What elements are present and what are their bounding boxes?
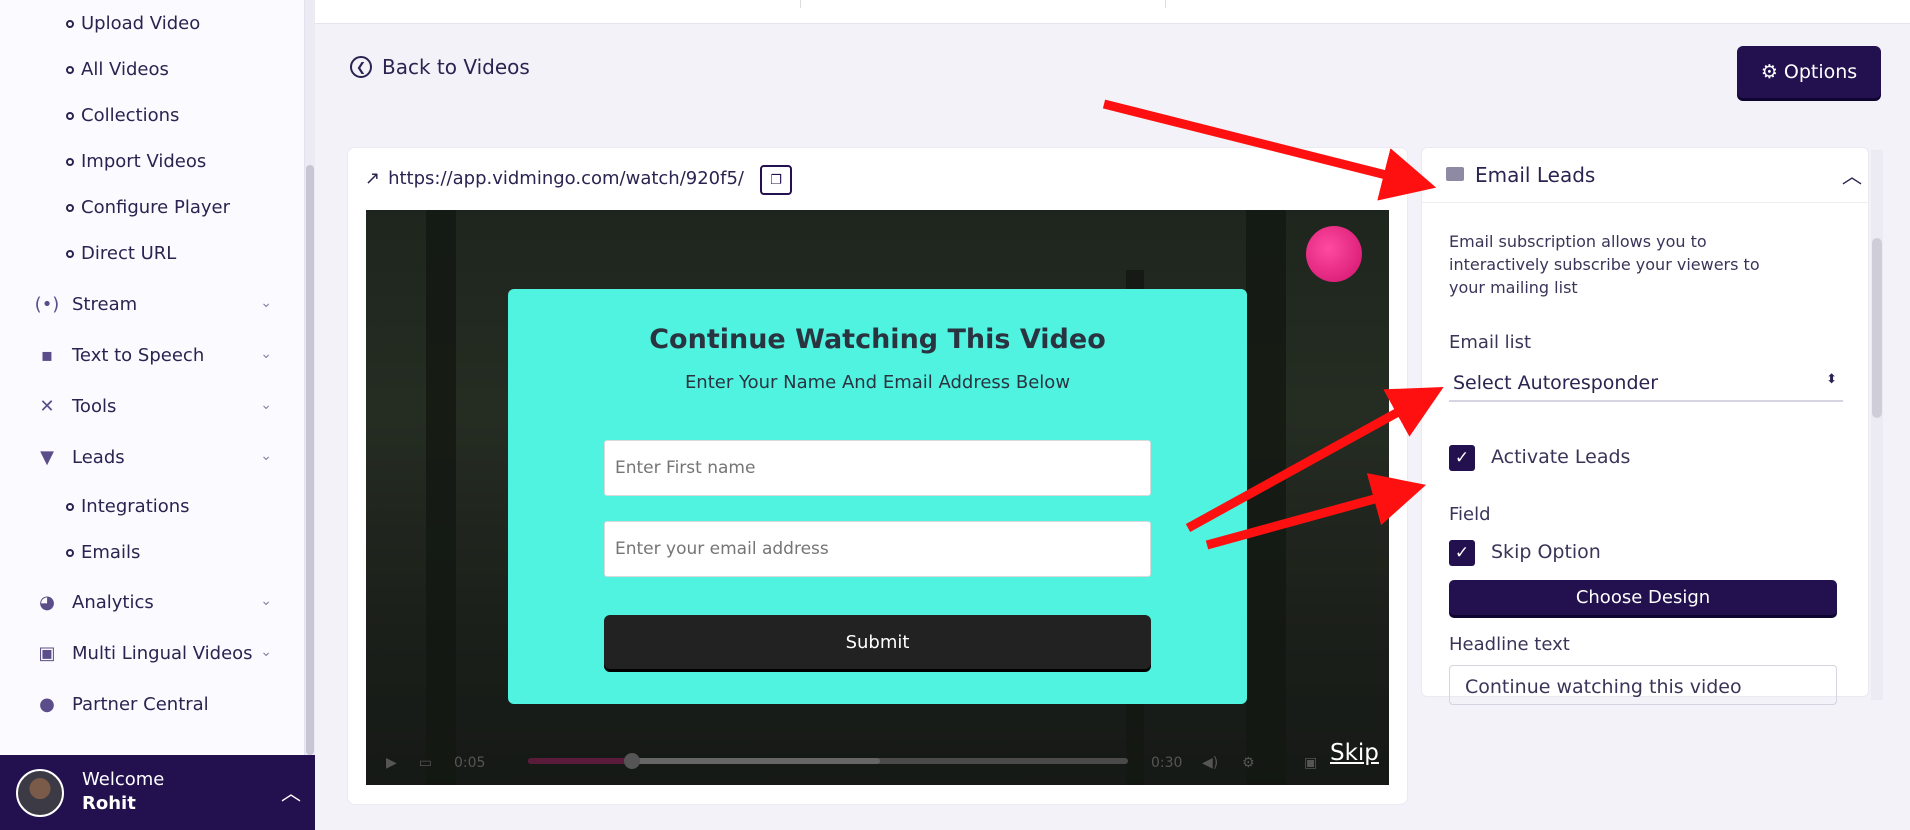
sidebar-item-integrations[interactable]: Integrations [66, 496, 190, 517]
captions-icon[interactable]: ▭ [419, 755, 432, 771]
chevron-down-icon: ⌄ [260, 397, 272, 413]
activate-leads-label: Activate Leads [1491, 446, 1631, 468]
panel-scrollbar-thumb[interactable] [1872, 238, 1882, 418]
gear-icon: ⚙ [1760, 61, 1778, 83]
submit-button[interactable]: Submit [604, 615, 1151, 669]
overlay-subtitle: Enter Your Name And Email Address Below [684, 372, 1071, 393]
stream-icon: (•) [34, 293, 60, 315]
first-name-input[interactable] [604, 440, 1151, 496]
total-time: 0:30 [1151, 754, 1183, 771]
chevron-down-icon: ⌄ [260, 644, 272, 660]
check-icon: ✓ [1454, 543, 1470, 563]
avatar[interactable] [16, 769, 64, 817]
welcome-username: Rohit [82, 793, 136, 814]
progress-buffer [630, 758, 880, 764]
panel-title: Email Leads [1475, 163, 1596, 187]
progress-handle[interactable] [624, 753, 640, 769]
external-link-icon[interactable]: ↗ [365, 168, 380, 189]
bullet-icon [66, 203, 74, 212]
select-arrows-icon: ⬍ [1826, 372, 1837, 387]
headline-label: Headline text [1449, 634, 1570, 655]
copy-icon: ❐ [770, 172, 782, 188]
users-icon: ● [39, 693, 55, 715]
autoresponder-select[interactable]: Select Autoresponder ⬍ [1449, 366, 1843, 402]
sidebar-item-tools[interactable]: ✕ Tools ⌄ [36, 395, 276, 417]
sidebar-item-import-videos[interactable]: Import Videos [66, 151, 206, 172]
activate-leads-checkbox[interactable]: ✓ [1449, 445, 1475, 471]
sidebar-item-emails[interactable]: Emails [66, 542, 140, 563]
video-progress-bar[interactable] [528, 753, 1128, 769]
skip-option-label: Skip Option [1491, 541, 1601, 563]
email-list-label: Email list [1449, 332, 1532, 353]
video-url[interactable]: ↗ https://app.vidmingo.com/watch/920f5/ [365, 168, 744, 189]
sidebar-item-partner-central[interactable]: ● Partner Central [36, 693, 276, 715]
bullet-icon [66, 548, 74, 557]
choose-design-button[interactable]: Choose Design [1449, 580, 1837, 615]
options-button[interactable]: ⚙ Options [1737, 46, 1881, 98]
back-to-videos-link[interactable]: ❮ Back to Videos [350, 55, 530, 79]
chevron-down-icon: ⌄ [260, 346, 272, 362]
user-welcome-bar[interactable]: Welcome Rohit ︿ [0, 755, 315, 830]
sidebar-item-text-to-speech[interactable]: ▪ Text to Speech ⌄ [36, 344, 276, 366]
chevron-down-icon: ⌄ [260, 593, 272, 609]
sidebar-item-stream[interactable]: (•) Stream ⌄ [34, 293, 276, 315]
chevron-up-icon[interactable]: ︿ [1842, 160, 1862, 189]
chevron-down-icon: ⌄ [260, 448, 272, 464]
sidebar-item-analytics[interactable]: ◕ Analytics ⌄ [36, 591, 276, 613]
welcome-greeting: Welcome [82, 769, 165, 790]
copy-url-button[interactable]: ❐ [760, 165, 792, 195]
divider [1165, 0, 1166, 8]
chat-icon: ▪ [40, 344, 54, 366]
skip-option-checkbox[interactable]: ✓ [1449, 540, 1475, 566]
sidebar-item-all-videos[interactable]: All Videos [66, 59, 169, 80]
vidmingo-logo [1306, 226, 1362, 282]
bullet-icon [66, 249, 74, 258]
pip-icon[interactable]: ▣ [1304, 755, 1317, 771]
progress-fill [528, 758, 630, 764]
current-time: 0:05 [454, 754, 486, 771]
filter-icon: ▼ [40, 446, 54, 468]
bullet-icon [66, 65, 74, 74]
panel-description: Email subscription allows you to interac… [1449, 232, 1760, 297]
field-label: Field [1449, 504, 1491, 525]
overlay-title: Continue Watching This Video [649, 324, 1106, 355]
top-stats-bar [315, 0, 1910, 24]
headline-input[interactable]: Continue watching this video [1449, 665, 1837, 705]
bullet-icon [66, 19, 74, 28]
email-input[interactable] [604, 521, 1151, 577]
skip-link[interactable]: Skip [1330, 740, 1379, 766]
language-icon: ▣ [38, 642, 56, 664]
bullet-icon [66, 502, 74, 511]
sidebar-item-collections[interactable]: Collections [66, 105, 179, 126]
sidebar-item-multi-lingual-videos[interactable]: ▣ Multi Lingual Videos ⌄ [36, 642, 276, 664]
chevron-up-icon[interactable]: ︿ [281, 777, 301, 806]
play-icon[interactable]: ▶ [386, 755, 397, 771]
check-icon: ✓ [1454, 448, 1470, 468]
sidebar-scrollbar-thumb[interactable] [306, 165, 314, 755]
sidebar-item-upload-video[interactable]: Upload Video [66, 13, 200, 34]
sidebar-item-direct-url[interactable]: Direct URL [66, 243, 176, 264]
chevron-left-icon: ❮ [350, 56, 372, 78]
envelope-icon [1446, 167, 1464, 181]
bullet-icon [66, 157, 74, 166]
tools-icon: ✕ [39, 395, 55, 417]
pie-chart-icon: ◕ [39, 591, 55, 613]
sidebar-item-leads[interactable]: ▼ Leads ⌄ [36, 446, 276, 468]
volume-icon[interactable]: ◀) [1202, 755, 1218, 771]
settings-icon[interactable]: ⚙ [1242, 755, 1255, 771]
bullet-icon [66, 111, 74, 120]
sidebar-item-configure-player[interactable]: Configure Player [66, 197, 230, 218]
divider [800, 0, 801, 8]
panel-scrollbar[interactable] [1871, 150, 1883, 700]
chevron-down-icon: ⌄ [260, 295, 272, 311]
